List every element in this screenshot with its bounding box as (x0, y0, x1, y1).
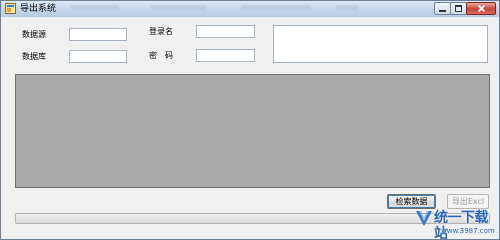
password-input[interactable] (196, 49, 255, 62)
close-icon (477, 4, 485, 13)
data-grid[interactable] (15, 74, 490, 188)
maximize-button[interactable] (450, 2, 467, 15)
close-button[interactable] (466, 2, 496, 15)
datasource-input[interactable] (69, 28, 127, 41)
window-title: 导出系统 (20, 4, 57, 14)
watermark-logo-icon (416, 210, 432, 226)
app-icon (5, 3, 16, 14)
maximize-icon (455, 5, 462, 12)
database-input[interactable] (69, 50, 127, 63)
login-label: 登录名 (149, 27, 173, 36)
caption-buttons (434, 2, 496, 15)
database-label: 数据库 (22, 52, 46, 61)
background-text-blur (241, 5, 311, 10)
app-window: 导出系统 数据源 登录名 数据库 密 码 检索数据 导出Excl 统一下载站 w… (0, 0, 500, 240)
background-text-blur (151, 5, 206, 10)
background-text-blur (71, 5, 119, 10)
search-data-button[interactable]: 检索数据 (387, 194, 436, 209)
login-input[interactable] (196, 25, 255, 38)
watermark-url: www.3987.com (441, 227, 495, 235)
export-excel-button[interactable]: 导出Excl (447, 194, 489, 209)
log-textarea[interactable] (273, 25, 488, 63)
title-bar[interactable]: 导出系统 (1, 1, 499, 17)
minimize-icon (439, 10, 446, 12)
datasource-label: 数据源 (22, 30, 46, 39)
minimize-button[interactable] (434, 2, 451, 15)
password-label: 密 码 (149, 51, 173, 60)
background-text-blur (336, 5, 358, 10)
